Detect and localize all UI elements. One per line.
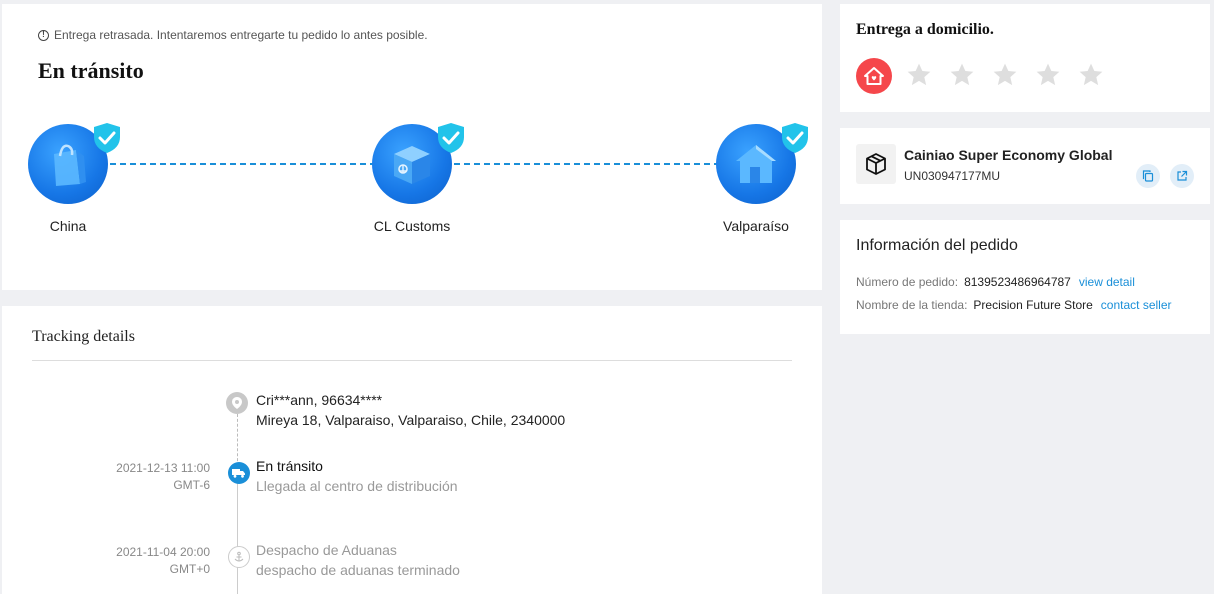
star-icon[interactable] (992, 62, 1018, 88)
store-name-row: Nombre de la tienda: Precision Future St… (856, 298, 1172, 312)
route-node-customs (372, 123, 464, 204)
route-connector (454, 163, 720, 165)
timeline-connector (237, 414, 238, 466)
star-icon[interactable] (906, 62, 932, 88)
verified-check-icon (782, 123, 808, 153)
shopping-bag-icon (54, 144, 86, 186)
event-title: En tránsito (256, 458, 323, 474)
delivery-title: Entrega a domicilio. (856, 21, 994, 38)
delay-notice: ! Entrega retrasada. Intentaremos entreg… (38, 28, 428, 42)
order-info-title: Información del pedido (856, 237, 1018, 254)
event-detail: despacho de aduanas terminado (256, 562, 460, 578)
anchor-icon (228, 546, 250, 568)
copy-button[interactable] (1136, 164, 1160, 188)
delay-notice-text: Entrega retrasada. Intentaremos entregar… (54, 28, 428, 42)
route-connector (110, 163, 376, 165)
event-timestamp: 2021-12-13 11:00 GMT-6 (116, 461, 210, 492)
carrier-name: Cainiao Super Economy Global (904, 147, 1113, 163)
rating-stars (906, 62, 1104, 88)
tracking-number: UN030947177MU (904, 169, 1001, 183)
tracking-details-card: Tracking details Cri***ann, 96634**** Mi… (2, 306, 822, 594)
contact-seller-link[interactable]: contact seller (1101, 298, 1172, 312)
order-info-card: Información del pedido Número de pedido:… (840, 220, 1210, 334)
order-number-label: Número de pedido: (856, 275, 959, 289)
star-icon[interactable] (949, 62, 975, 88)
route-node-origin (28, 123, 120, 204)
shipment-status-card: ! Entrega retrasada. Intentaremos entreg… (2, 4, 822, 290)
truck-icon (228, 462, 250, 484)
star-icon[interactable] (1078, 62, 1104, 88)
route-label-customs: CL Customs (373, 218, 451, 234)
open-external-button[interactable] (1170, 164, 1194, 188)
delivery-rating-card: Entrega a domicilio. (840, 4, 1210, 112)
verified-check-icon (438, 123, 464, 153)
event-timestamp: 2021-11-04 20:00 GMT+0 (116, 545, 210, 576)
order-number-row: Número de pedido: 8139523486964787 view … (856, 275, 1135, 289)
tracking-title: Tracking details (32, 328, 135, 345)
location-pin-icon (226, 392, 248, 414)
address-recipient: Cri***ann, 96634**** (256, 392, 383, 408)
order-number-value: 8139523486964787 (964, 275, 1071, 289)
route-node-destination (716, 123, 808, 204)
info-icon: ! (38, 29, 49, 41)
store-name-label: Nombre de la tienda: (856, 298, 968, 312)
copy-icon (1142, 170, 1154, 182)
delivery-address: Cri***ann, 96634**** Mireya 18, Valparai… (256, 390, 565, 430)
status-title: En tránsito (38, 58, 144, 83)
package-box-icon (856, 144, 896, 184)
route-label-origin: China (49, 218, 87, 234)
customs-box-icon (394, 146, 430, 184)
divider (32, 360, 792, 361)
timeline-connector (237, 476, 238, 594)
address-street: Mireya 18, Valparaiso, Valparaiso, Chile… (256, 412, 566, 428)
event-title: Despacho de Aduanas (256, 542, 397, 558)
house-icon (736, 145, 776, 183)
store-name-value: Precision Future Store (973, 298, 1093, 312)
event-current: En tránsito Llegada al centro de distrib… (256, 456, 458, 496)
home-delivery-icon (856, 58, 892, 94)
route-label-destination: Valparaíso (723, 218, 789, 234)
star-icon[interactable] (1035, 62, 1061, 88)
verified-check-icon (94, 123, 120, 153)
view-detail-link[interactable]: view detail (1079, 275, 1135, 289)
event-past: Despacho de Aduanas despacho de aduanas … (256, 540, 460, 580)
event-detail: Llegada al centro de distribución (256, 478, 458, 494)
external-link-icon (1177, 170, 1188, 181)
carrier-card: Cainiao Super Economy Global UN030947177… (840, 128, 1210, 204)
